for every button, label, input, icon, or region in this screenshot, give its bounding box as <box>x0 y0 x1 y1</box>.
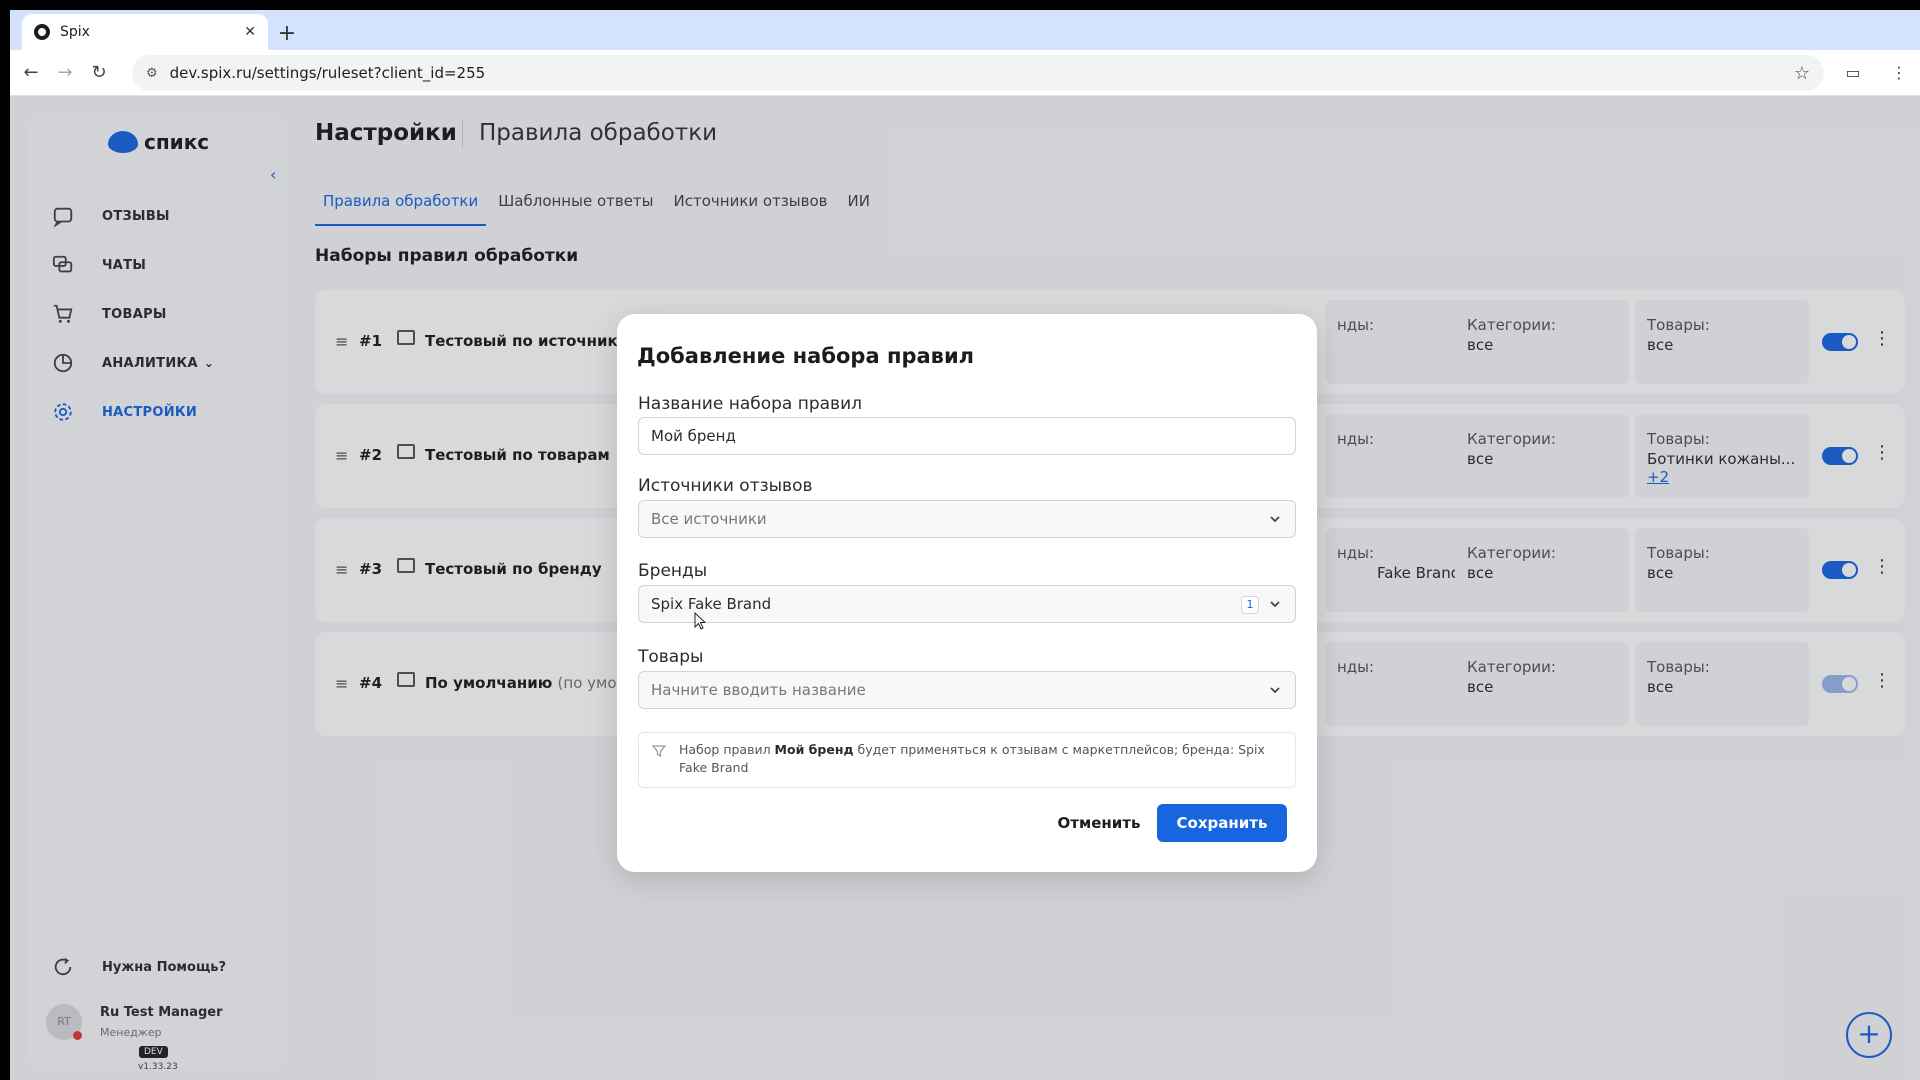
browser-tab[interactable]: Spix ✕ <box>22 14 268 50</box>
sources-placeholder: Все источники <box>651 510 767 528</box>
back-icon[interactable]: ← <box>18 60 44 86</box>
products-label: Товары <box>638 647 704 667</box>
site-settings-icon[interactable]: ⚙ <box>146 66 158 81</box>
address-bar[interactable]: ⚙ dev.spix.ru/settings/ruleset?client_id… <box>132 55 1824 91</box>
ruleset-name-label: Название набора правил <box>638 394 862 414</box>
menu-icon[interactable]: ⋮ <box>1886 60 1912 86</box>
ruleset-name-value: Мой бренд <box>651 427 736 445</box>
add-ruleset-dialog: Добавление набора правил Название набора… <box>617 314 1317 872</box>
favicon-icon <box>34 24 50 40</box>
filter-icon <box>651 745 667 758</box>
forward-icon[interactable]: → <box>52 60 78 86</box>
brands-value: Spix Fake Brand <box>651 595 772 613</box>
cancel-button[interactable]: Отменить <box>1037 804 1161 842</box>
sources-label: Источники отзывов <box>638 476 813 496</box>
brands-count-badge: 1 <box>1241 596 1259 614</box>
products-search-select[interactable]: Начните вводить название <box>638 671 1296 709</box>
ruleset-summary-note: Набор правил Мой бренд будет применяться… <box>638 732 1296 788</box>
note-ruleset-name: Мой бренд <box>774 742 854 757</box>
sources-select[interactable]: Все источники <box>638 500 1296 538</box>
chevron-down-icon <box>1270 687 1280 694</box>
url-text: dev.spix.ru/settings/ruleset?client_id=2… <box>169 64 486 82</box>
brands-label: Бренды <box>638 561 708 581</box>
brands-select[interactable]: Spix Fake Brand 1 <box>638 585 1296 623</box>
dialog-title: Добавление набора правил <box>637 344 975 368</box>
close-tab-icon[interactable]: ✕ <box>244 24 256 40</box>
browser-tab-strip: Spix ✕ + <box>10 10 1920 50</box>
browser-toolbar: ← → ↻ ⚙ dev.spix.ru/settings/ruleset?cli… <box>10 50 1920 96</box>
save-button[interactable]: Сохранить <box>1157 804 1287 842</box>
reload-icon[interactable]: ↻ <box>86 60 112 86</box>
browser-tab-title: Spix <box>60 24 90 40</box>
ruleset-name-input[interactable]: Мой бренд <box>638 417 1296 455</box>
bookmark-star-icon[interactable]: ☆ <box>1794 63 1810 84</box>
chevron-down-icon <box>1270 516 1280 523</box>
products-placeholder: Начните вводить название <box>651 681 866 699</box>
new-tab-button[interactable]: + <box>274 22 300 48</box>
media-icon[interactable]: ▭ <box>1840 60 1866 86</box>
chevron-down-icon <box>1270 601 1280 608</box>
mouse-cursor-icon <box>694 612 707 630</box>
